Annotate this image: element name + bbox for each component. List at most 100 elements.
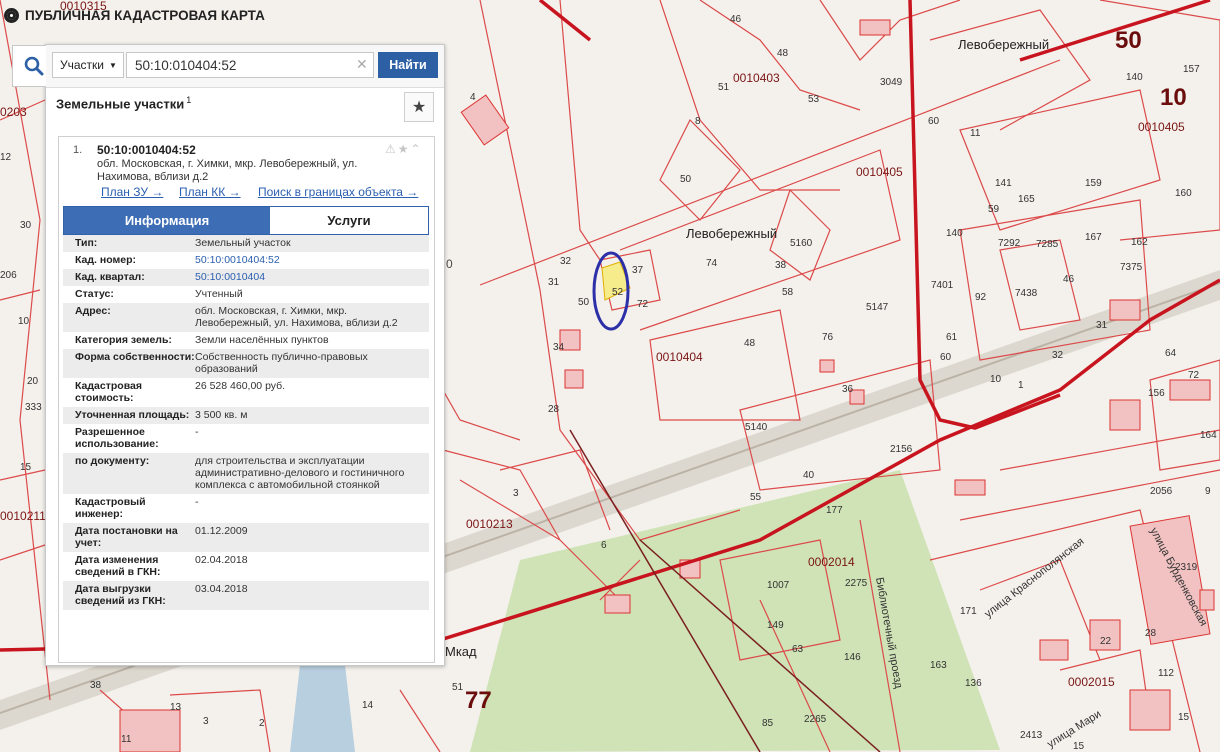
- svg-text:11: 11: [121, 734, 132, 745]
- svg-text:0010405: 0010405: [856, 165, 903, 179]
- svg-text:162: 162: [1131, 237, 1148, 248]
- svg-text:171: 171: [960, 606, 977, 617]
- svg-text:1007: 1007: [767, 580, 790, 591]
- svg-text:5140: 5140: [745, 422, 768, 433]
- svg-text:112: 112: [1158, 668, 1174, 679]
- chevron-up-icon[interactable]: ⌃: [411, 142, 423, 156]
- info-key: Уточненная площадь:: [75, 409, 190, 421]
- info-row: Разрешенное использование: -: [63, 424, 429, 453]
- star-icon[interactable]: ★: [398, 142, 411, 156]
- svg-text:2275: 2275: [845, 578, 868, 589]
- info-key: Категория земель:: [75, 334, 172, 346]
- info-value: Собственность публично-правовых образова…: [195, 351, 368, 375]
- svg-text:333: 333: [25, 402, 42, 413]
- info-key: Разрешенное использование:: [75, 426, 159, 450]
- search-input[interactable]: [126, 52, 374, 78]
- svg-text:10: 10: [990, 374, 1002, 385]
- svg-text:7401: 7401: [931, 280, 954, 291]
- results-count: 1: [186, 95, 192, 105]
- info-key: по документу:: [75, 455, 150, 467]
- svg-text:3049: 3049: [880, 77, 903, 88]
- svg-text:7375: 7375: [1120, 262, 1143, 273]
- tab-services[interactable]: Услуги: [270, 207, 428, 234]
- svg-text:46: 46: [730, 14, 742, 25]
- info-key: Кадастровая стоимость:: [75, 380, 142, 404]
- clear-icon[interactable]: ✕: [356, 56, 368, 73]
- svg-text:51: 51: [452, 682, 464, 693]
- svg-text:10: 10: [1160, 84, 1187, 111]
- svg-text:167: 167: [1085, 232, 1102, 243]
- search-icon: [24, 56, 44, 76]
- info-value: -: [195, 426, 199, 438]
- link-search-bounds[interactable]: Поиск в границах объекта →: [258, 185, 418, 199]
- svg-text:2: 2: [259, 718, 265, 729]
- info-key: Статус:: [75, 288, 114, 300]
- svg-text:64: 64: [1165, 348, 1177, 359]
- svg-text:28: 28: [1145, 628, 1157, 639]
- info-value-link[interactable]: 50:10:0010404: [195, 271, 429, 283]
- svg-text:15: 15: [20, 462, 32, 473]
- svg-text:7438: 7438: [1015, 288, 1038, 299]
- svg-text:157: 157: [1183, 64, 1200, 75]
- svg-text:28: 28: [548, 404, 560, 415]
- link-plan-kk[interactable]: План КК →: [179, 185, 241, 199]
- svg-text:0010213: 0010213: [466, 517, 513, 531]
- svg-text:4: 4: [470, 92, 476, 103]
- info-table: Тип: Земельный участок Кад. номер: 50:10:0…: [63, 235, 429, 610]
- place-label-2: Левобережный: [686, 226, 777, 241]
- search-panel: Участки ▼ ✕ Найти Земельные участки1 ★ 1…: [12, 44, 445, 666]
- info-row: Тип: Земельный участок: [63, 235, 429, 252]
- info-row: Кадастровый инженер: -: [63, 494, 429, 523]
- svg-text:34: 34: [553, 342, 565, 353]
- svg-text:5147: 5147: [866, 302, 889, 313]
- favorite-star-button[interactable]: ★: [404, 92, 434, 122]
- link-plan-zu[interactable]: План ЗУ →: [101, 185, 163, 199]
- svg-text:2056: 2056: [1150, 486, 1173, 497]
- svg-text:51: 51: [718, 82, 730, 93]
- svg-text:146: 146: [844, 652, 861, 663]
- svg-text:3: 3: [513, 488, 519, 499]
- search-icon-button[interactable]: [12, 45, 46, 87]
- svg-text:38: 38: [90, 680, 102, 691]
- svg-text:60: 60: [940, 352, 952, 363]
- info-row: Дата изменения сведений в ГКН: 02.04.2018: [63, 552, 429, 581]
- svg-text:7285: 7285: [1036, 239, 1059, 250]
- svg-text:50: 50: [1115, 27, 1142, 54]
- svg-text:22: 22: [1100, 636, 1112, 647]
- info-row: Статус: Учтенный: [63, 286, 429, 303]
- tab-information[interactable]: Информация: [64, 207, 270, 234]
- place-label-1: Левобережный: [958, 37, 1049, 52]
- warning-icon[interactable]: ⚠: [385, 142, 398, 156]
- info-value: Земельный участок: [195, 237, 291, 249]
- svg-text:76: 76: [822, 332, 834, 343]
- svg-text:30: 30: [20, 220, 32, 231]
- svg-text:141: 141: [995, 178, 1012, 189]
- svg-text:85: 85: [762, 718, 774, 729]
- svg-text:2413: 2413: [1020, 730, 1043, 741]
- result-title[interactable]: 50:10:0010404:52: [97, 143, 196, 157]
- svg-text:36: 36: [842, 384, 854, 395]
- info-value: 3 500 кв. м: [195, 409, 248, 421]
- info-key: Адрес:: [75, 305, 111, 317]
- result-number: 1.: [73, 144, 83, 156]
- info-key: Кадастровый инженер:: [75, 496, 146, 520]
- info-value-link[interactable]: 50:10:0010404:52: [195, 254, 429, 266]
- svg-text:37: 37: [632, 265, 644, 276]
- svg-text:160: 160: [1175, 188, 1192, 199]
- svg-text:3: 3: [203, 716, 209, 727]
- svg-text:0002015: 0002015: [1068, 675, 1115, 689]
- info-value: обл. Московская, г. Химки, мкр. Левобере…: [195, 305, 398, 329]
- svg-text:20: 20: [27, 376, 39, 387]
- tabs: Информация Услуги: [63, 206, 429, 235]
- find-button[interactable]: Найти: [378, 52, 438, 78]
- svg-text:40: 40: [803, 470, 815, 481]
- info-value: Учтенный: [195, 288, 243, 300]
- svg-text:48: 48: [744, 338, 756, 349]
- svg-text:140: 140: [946, 228, 963, 239]
- svg-text:0010211: 0010211: [0, 509, 46, 523]
- svg-text:0010404: 0010404: [656, 350, 703, 364]
- svg-text:74: 74: [706, 258, 718, 269]
- info-value: для строительства и эксплуатации админис…: [195, 455, 405, 491]
- type-select[interactable]: Участки ▼: [52, 52, 124, 78]
- type-select-label: Участки: [60, 58, 104, 72]
